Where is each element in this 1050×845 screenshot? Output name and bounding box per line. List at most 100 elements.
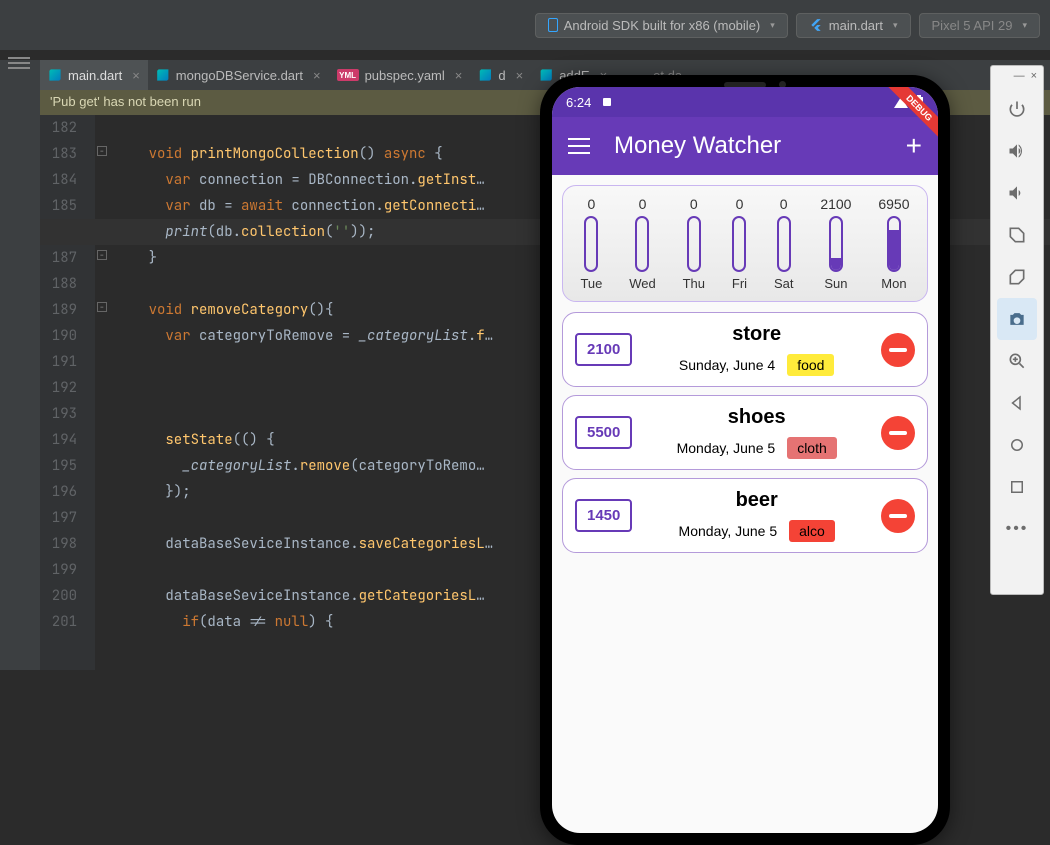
day-bar-track (687, 216, 701, 272)
day-column: 0Thu (683, 196, 705, 291)
expense-card[interactable]: 2100storeSunday, June 4food (562, 312, 928, 387)
expense-date: Monday, June 5 (679, 523, 778, 539)
tab-label: mongoDBService.dart (176, 68, 303, 83)
run-config-selector[interactable]: main.dart (796, 13, 911, 38)
day-value: 0 (588, 196, 596, 212)
day-bar-fill (831, 258, 841, 270)
line-number: 193 (40, 401, 77, 427)
home-icon[interactable] (997, 424, 1037, 466)
day-label: Sun (824, 276, 847, 291)
delete-expense-button[interactable] (881, 333, 915, 367)
editor-tab[interactable]: mongoDBService.dart × (148, 60, 329, 90)
expense-details: shoesMonday, June 5cloth (648, 406, 865, 459)
zoom-icon[interactable] (997, 340, 1037, 382)
day-label: Mon (881, 276, 906, 291)
day-bar-fill (889, 230, 899, 270)
day-value: 2100 (820, 196, 851, 212)
day-value: 0 (639, 196, 647, 212)
line-number: 184 (40, 167, 77, 193)
volume-up-icon[interactable] (997, 130, 1037, 172)
expense-category-tag: alco (789, 520, 835, 542)
day-label: Wed (629, 276, 656, 291)
expense-card[interactable]: 5500shoesMonday, June 5cloth (562, 395, 928, 470)
camera-icon[interactable] (997, 298, 1037, 340)
rotate-right-icon[interactable] (997, 256, 1037, 298)
line-number: 197 (40, 505, 77, 531)
day-bar-track (829, 216, 843, 272)
fold-toggle-icon[interactable]: − (97, 146, 107, 156)
expense-category-tag: food (787, 354, 834, 376)
tab-close-icon[interactable]: × (516, 68, 524, 83)
day-column: 0 Tue (580, 196, 602, 291)
dart-icon (539, 68, 553, 82)
day-label: Thu (683, 276, 705, 291)
editor-tab[interactable]: main.dart × (40, 60, 148, 90)
day-column: 0 Sat (774, 196, 794, 291)
expense-date: Monday, June 5 (677, 440, 776, 456)
line-number: 190 (40, 323, 77, 349)
expense-date: Sunday, June 4 (679, 357, 775, 373)
more-icon[interactable]: ••• (997, 508, 1037, 550)
day-label: Tue (580, 276, 602, 291)
drawer-menu-icon[interactable] (568, 145, 590, 147)
rotate-left-icon[interactable] (997, 214, 1037, 256)
expense-amount: 5500 (575, 416, 632, 449)
day-bar-track (635, 216, 649, 272)
emulator-label: Pixel 5 API 29 (932, 18, 1013, 33)
line-number: 194 (40, 427, 77, 453)
expense-details: storeSunday, June 4food (648, 323, 865, 376)
dart-icon (48, 68, 62, 82)
dart-icon (156, 68, 170, 82)
dart-icon (478, 68, 492, 82)
phone-device-frame: DEBUG 6:24 Money Watcher + 0Tue0Wed0Thu0… (540, 75, 950, 845)
day-column: 2100 Sun (820, 196, 851, 291)
day-value: 6950 (878, 196, 909, 212)
line-number: 196 (40, 479, 77, 505)
editor-tab[interactable]: d× (470, 60, 531, 90)
fold-toggle-icon[interactable]: − (97, 302, 107, 312)
line-number: 200 (40, 583, 77, 609)
phone-icon (548, 18, 558, 32)
expenses-list: 2100storeSunday, June 4food5500shoesMond… (552, 312, 938, 553)
line-number: 188 (40, 271, 77, 297)
day-label: Sat (774, 276, 794, 291)
back-icon[interactable] (997, 382, 1037, 424)
day-value: 0 (780, 196, 788, 212)
yaml-icon: YML (337, 69, 359, 81)
phone-screen: DEBUG 6:24 Money Watcher + 0Tue0Wed0Thu0… (552, 87, 938, 833)
volume-down-icon[interactable] (997, 172, 1037, 214)
line-number: 195 (40, 453, 77, 479)
close-icon[interactable]: × (1031, 70, 1037, 88)
fold-column: − − − (95, 115, 110, 670)
expense-card[interactable]: 1450 beer Monday, June 5 alco (562, 478, 928, 553)
tab-close-icon[interactable]: × (132, 68, 140, 83)
fold-toggle-icon[interactable]: − (97, 250, 107, 260)
minimize-icon[interactable]: — (1014, 70, 1025, 88)
overview-icon[interactable] (997, 466, 1037, 508)
editor-tab[interactable]: YML pubspec.yaml × (329, 60, 471, 90)
expense-details: beer Monday, June 5 alco (648, 489, 865, 542)
ide-top-toolbar: Android SDK built for x86 (mobile) main.… (0, 0, 1050, 50)
power-icon[interactable] (997, 88, 1037, 130)
expense-amount: 1450 (575, 499, 632, 532)
weekly-chart: 0 Tue 0 Wed 0Thu 0Fri 0 Sat 2100 Sun 6950 Mon (562, 185, 928, 302)
expense-title: beer (736, 489, 778, 512)
target-device-selector[interactable]: Android SDK built for x86 (mobile) (535, 13, 788, 38)
delete-expense-button[interactable] (881, 499, 915, 533)
target-device-label: Android SDK built for x86 (mobile) (564, 18, 761, 33)
editor-gutter: 1821831841851861871881891901911921931941… (40, 115, 95, 670)
tab-label: pubspec.yaml (365, 68, 445, 83)
day-column: 0Fri (732, 196, 747, 291)
expense-amount: 2100 (575, 333, 632, 366)
tab-close-icon[interactable]: × (455, 68, 463, 83)
add-expense-button[interactable]: + (906, 130, 922, 162)
line-number: 198 (40, 531, 77, 557)
delete-expense-button[interactable] (881, 416, 915, 450)
tab-label: main.dart (68, 68, 122, 83)
line-number: 199 (40, 557, 77, 583)
tool-window-toggle-icon[interactable] (8, 62, 30, 64)
tab-close-icon[interactable]: × (313, 68, 321, 83)
expense-title: shoes (728, 406, 786, 429)
line-number: 187 (40, 245, 77, 271)
emulator-selector[interactable]: Pixel 5 API 29 (919, 13, 1040, 38)
